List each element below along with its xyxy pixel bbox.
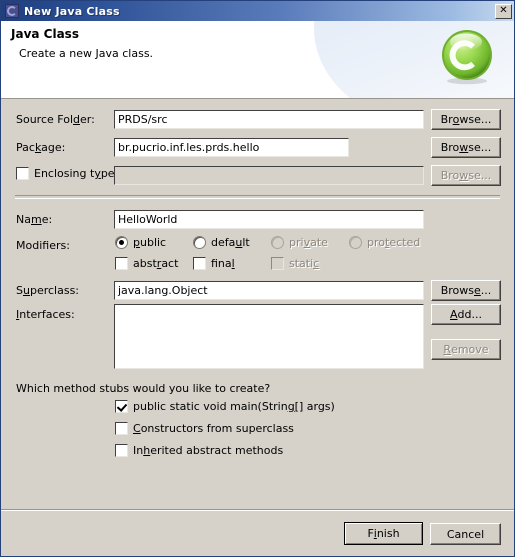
radio-private-label: private [289,236,328,249]
page-title: Java Class [11,27,79,41]
package-input[interactable]: br.pucrio.inf.les.prds.hello [114,138,349,157]
modifier-radio-protected: protected [349,236,420,249]
finish-button[interactable]: Fi nish [344,522,423,545]
enclosing-type-checkbox[interactable]: Enclosing type: [16,167,118,180]
superclass-label: Superclass: [16,284,80,297]
interfaces-label: Interfaces: [16,308,75,321]
close-icon[interactable]: ✕ [495,3,512,19]
checkbox-static-label: static [289,257,320,270]
dialog-body: Source Folder: PRDS/src Br o wse... Packag… [1,99,514,509]
checkbox-inherited-box[interactable] [115,444,128,457]
checkbox-final-label: final [211,257,235,270]
enclosing-type-browse-button: Bro w se... [431,165,501,186]
checkbox-abstract-box[interactable] [115,257,128,270]
checkbox-abstract-label: abstract [133,257,179,270]
superclass-input[interactable]: java.lang.Object [114,281,424,300]
package-browse-button[interactable]: Bro w se... [431,137,501,158]
radio-public-dot[interactable] [115,236,128,249]
modifier-checkbox-abstract[interactable]: abstract [115,257,178,270]
new-java-class-dialog: New Java Class ✕ Java Class Create a new… [0,0,515,557]
method-stubs-question: Which method stubs would you like to cre… [16,382,271,395]
name-label: Name: [16,213,53,226]
modifier-radio-default[interactable]: default [193,236,250,249]
radio-default-dot[interactable] [193,236,206,249]
interfaces-remove-button: Remove [431,339,501,360]
radio-protected-dot [349,236,362,249]
modifier-radio-private: private [271,236,328,249]
dialog-footer: Fi nish Cancel [1,509,514,556]
source-folder-label: Source Folder: [16,113,95,126]
source-folder-input[interactable]: PRDS/src [114,110,424,129]
enclosing-type-label: Enclosing type: [34,167,119,180]
modifier-checkbox-static: static [271,257,319,270]
checkbox-constructors-box[interactable] [115,422,128,435]
class-name-input[interactable]: HelloWorld [114,210,424,229]
stub-checkbox-inherited[interactable]: Inherited abstract methods [115,444,283,457]
radio-default-label: default [211,236,250,249]
interfaces-listbox[interactable] [114,304,424,369]
page-description: Create a new Java class. [19,47,154,60]
checkbox-main-label: public static void main(String[] args) [133,400,335,413]
stub-checkbox-main[interactable]: public static void main(String[] args) [115,400,335,413]
checkbox-constructors-label: Constructors from superclass [133,422,294,435]
interfaces-add-button[interactable]: Add... [431,304,501,325]
superclass-browse-button[interactable]: Brows e... [431,280,501,301]
radio-public-label: public [133,236,167,249]
java-class-green-c-icon [442,30,492,85]
cancel-button[interactable]: Cancel [430,523,501,545]
enclosing-type-input [114,166,424,185]
wizard-header: Java Class Create a new Java class. [1,21,514,99]
enclosing-type-checkbox-box[interactable] [16,167,29,180]
radio-private-dot [271,236,284,249]
modifier-checkbox-final[interactable]: final [193,257,235,270]
window-title: New Java Class [24,4,120,18]
title-bar: New Java Class ✕ [1,1,514,21]
stub-checkbox-constructors[interactable]: Constructors from superclass [115,422,294,435]
checkbox-static-box [271,257,284,270]
checkbox-inherited-label: Inherited abstract methods [133,444,284,457]
modifiers-label: Modifiers: [16,239,70,252]
modifier-radio-public[interactable]: public [115,236,166,249]
section-separator-1 [15,195,500,199]
checkbox-main-box[interactable] [115,400,128,413]
modifiers-row: Modifiers: [1,235,514,256]
package-label: Package: [16,141,66,154]
source-folder-browse-button[interactable]: Br o wse... [431,109,501,130]
radio-protected-label: protected [367,236,421,249]
checkbox-final-box[interactable] [193,257,206,270]
eclipse-icon [5,4,19,18]
